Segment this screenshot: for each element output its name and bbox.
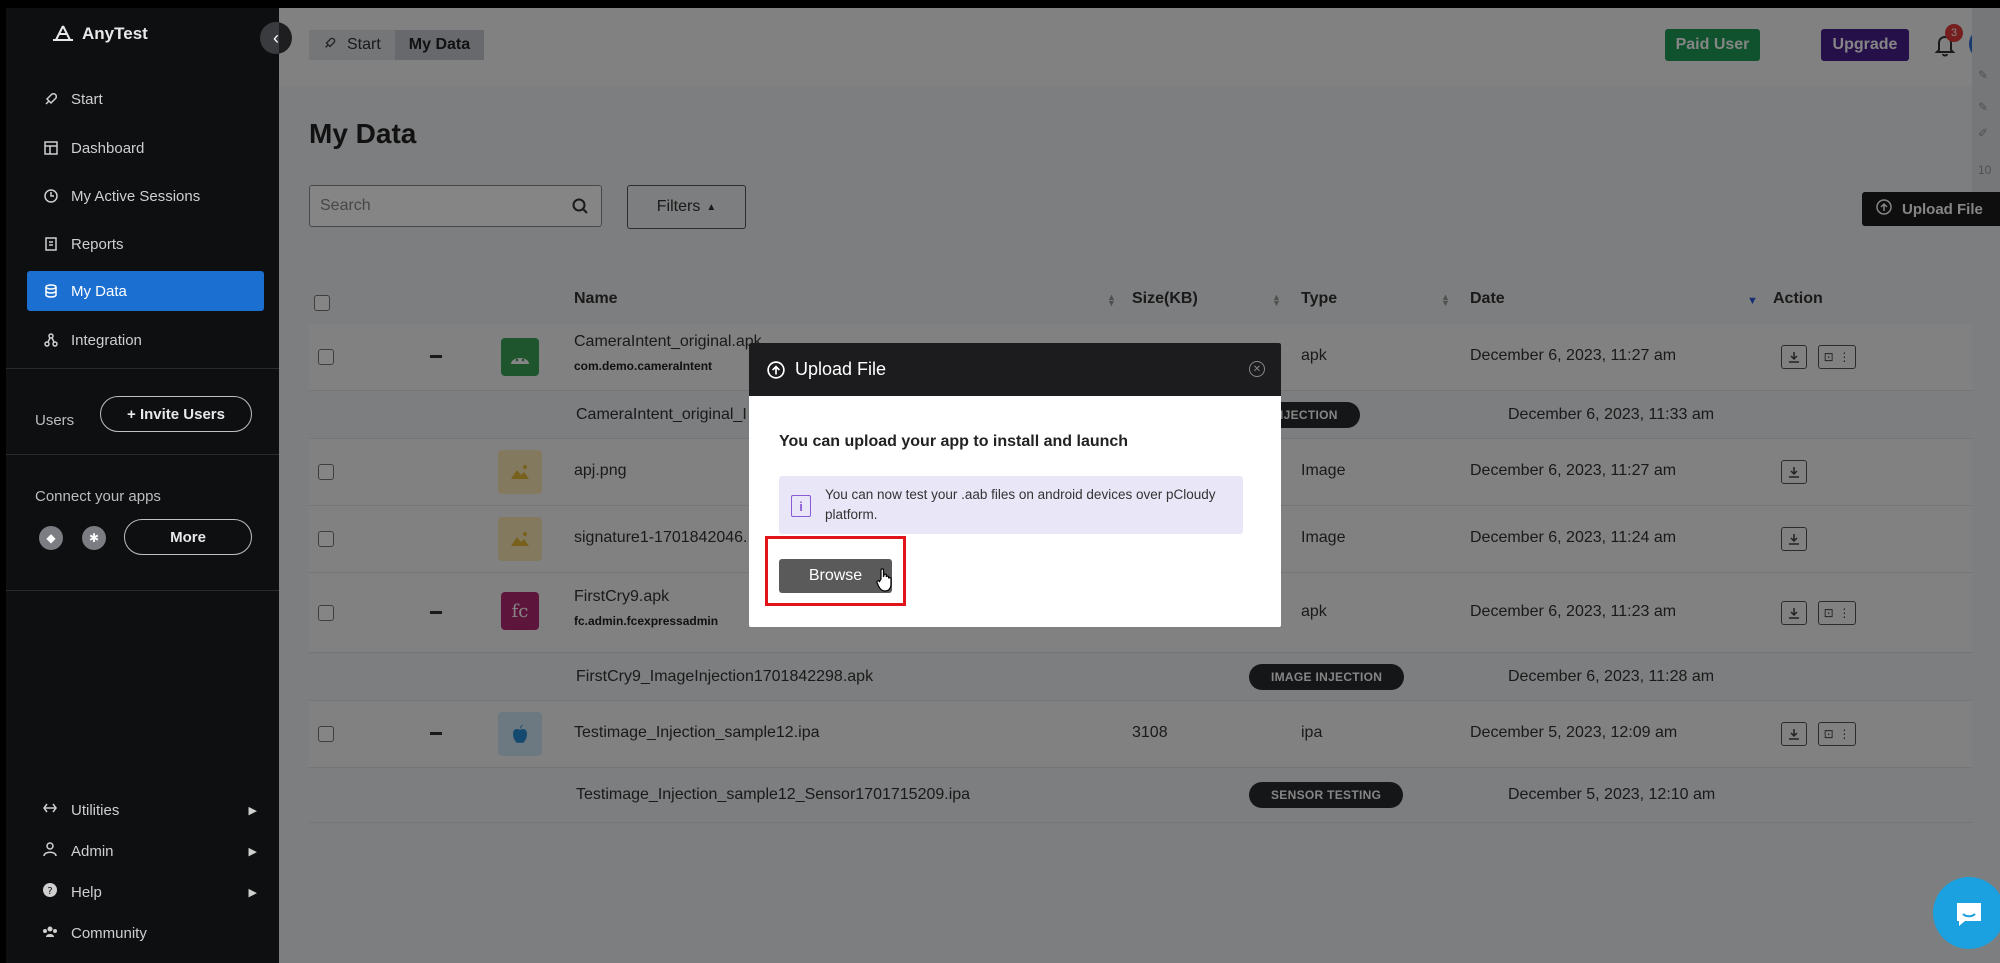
sidebar-item-label: My Active Sessions (71, 187, 201, 205)
sidebar-item-reports[interactable]: Reports (27, 224, 264, 264)
sidebar-item-label: Admin (71, 842, 114, 860)
top-strip (0, 0, 2000, 8)
connect-apps-label: Connect your apps (35, 488, 161, 505)
clock-icon (43, 188, 59, 204)
caret-right-icon: ▶ (248, 804, 257, 817)
sidebar-item-label: Dashboard (71, 139, 145, 157)
caret-right-icon: ▶ (248, 845, 257, 858)
upload-icon (767, 360, 785, 379)
sidebar-item-label: Integration (71, 331, 142, 349)
integration-icon (43, 332, 59, 348)
sidebar-item-admin[interactable]: Admin ▶ (42, 836, 257, 866)
sidebar-item-start[interactable]: Start (27, 79, 264, 119)
sidebar: AnyTest Start Dashboard My Active Sessio… (6, 8, 279, 963)
sidebar-item-label: Help (71, 883, 102, 901)
sidebar-divider (6, 590, 279, 591)
help-icon: ? (42, 882, 58, 902)
sidebar-item-dashboard[interactable]: Dashboard (27, 128, 264, 168)
app-logo[interactable]: AnyTest (52, 24, 148, 44)
chat-icon (1957, 903, 1981, 926)
dialog-header: Upload File ✕ (749, 343, 1281, 396)
sidebar-item-utilities[interactable]: Utilities ▶ (42, 795, 257, 825)
dialog-message: You can upload your app to install and l… (779, 433, 1129, 450)
users-label: Users (35, 412, 75, 429)
chat-support-button[interactable] (1933, 877, 2000, 949)
logo-icon (53, 25, 73, 41)
sidebar-item-help[interactable]: ? Help ▶ (42, 877, 257, 907)
sidebar-item-integration[interactable]: Integration (27, 320, 264, 360)
jira-app-icon[interactable]: ◆ (39, 526, 63, 550)
more-apps-button[interactable]: More (124, 519, 252, 555)
hand-cursor-icon (876, 568, 892, 592)
user-icon (42, 841, 58, 861)
info-banner: i You can now test your .aab files on an… (779, 476, 1243, 534)
sidebar-item-label: Utilities (71, 801, 120, 819)
sidebar-divider (6, 454, 279, 455)
utilities-icon (42, 800, 58, 820)
sidebar-item-my-data[interactable]: My Data (27, 271, 264, 311)
report-icon (43, 236, 59, 252)
sidebar-item-label: Start (71, 90, 103, 108)
app-name: AnyTest (82, 24, 148, 43)
caret-right-icon: ▶ (248, 886, 257, 899)
sidebar-item-label: Community (71, 924, 147, 942)
info-text: You can now test your .aab files on andr… (825, 487, 1216, 522)
info-icon: i (791, 495, 811, 517)
dashboard-icon (43, 140, 59, 156)
sidebar-item-label: Reports (71, 235, 124, 253)
database-icon (43, 283, 59, 299)
invite-users-button[interactable]: + Invite Users (100, 396, 252, 432)
sidebar-divider (6, 368, 279, 369)
rocket-icon (43, 91, 59, 107)
app-window: AnyTest Start Dashboard My Active Sessio… (0, 0, 2000, 963)
svg-text:?: ? (47, 886, 52, 897)
upload-file-dialog: Upload File ✕ You can upload your app to… (749, 343, 1281, 627)
slack-app-icon[interactable]: ✱ (82, 526, 106, 550)
sidebar-item-community[interactable]: Community (42, 918, 257, 948)
community-icon (42, 923, 58, 943)
close-icon[interactable]: ✕ (1249, 361, 1265, 377)
dialog-title: Upload File (795, 359, 887, 379)
sidebar-item-active-sessions[interactable]: My Active Sessions (27, 176, 264, 216)
sidebar-item-label: My Data (71, 282, 127, 300)
